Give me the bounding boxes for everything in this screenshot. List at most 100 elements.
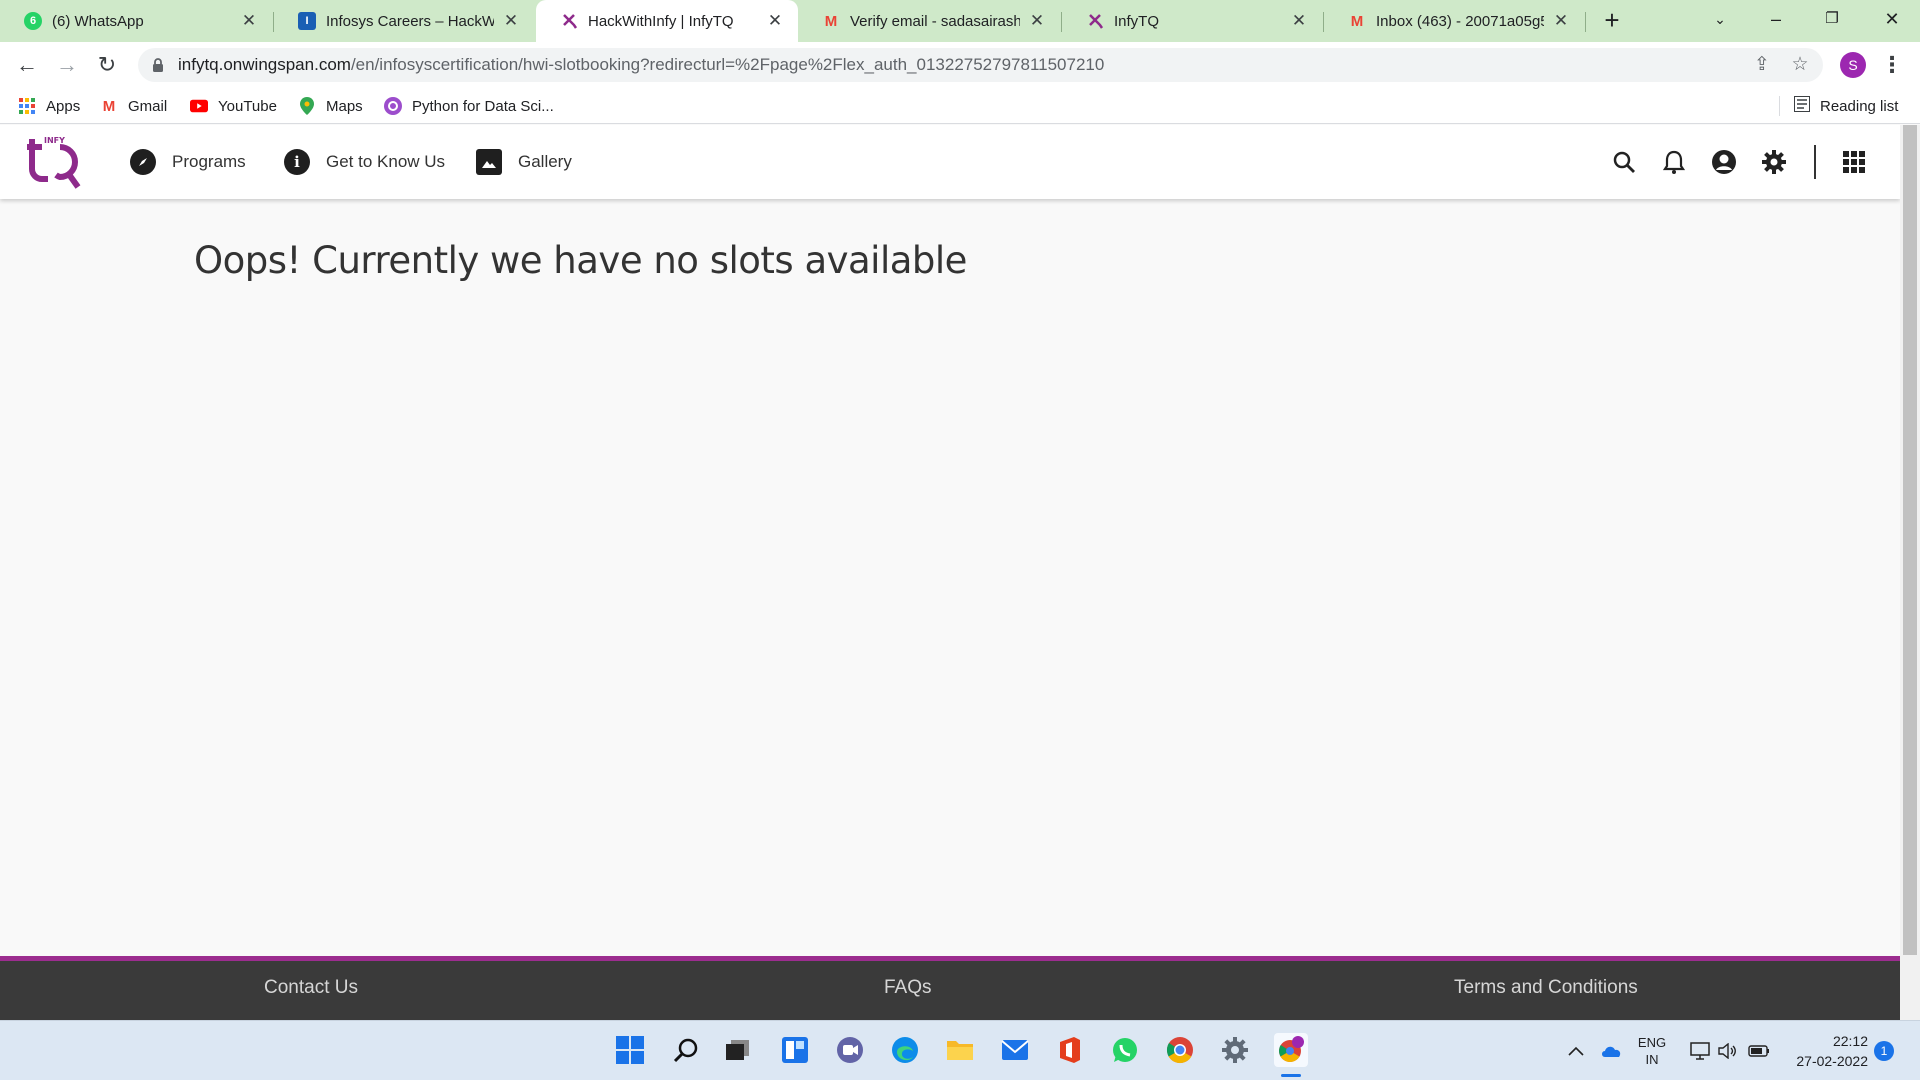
- nav-get-to-know-us[interactable]: i Get to Know Us: [284, 148, 445, 176]
- nav-label: Get to Know Us: [326, 152, 446, 171]
- apps-grid-icon[interactable]: [1840, 148, 1868, 176]
- url-text[interactable]: infytq.onwingspan.com/en/infosyscertific…: [178, 55, 1104, 75]
- bookmark-youtube[interactable]: YouTube: [190, 94, 277, 118]
- gmail-icon: M: [824, 12, 838, 30]
- file-explorer-icon[interactable]: [943, 1033, 977, 1067]
- scrollbar-thumb[interactable]: [1903, 125, 1917, 955]
- tab-infytq[interactable]: InfyTQ ✕: [1062, 0, 1322, 42]
- page-scrollbar[interactable]: [1900, 125, 1920, 1020]
- bookmark-star-icon[interactable]: ☆: [1788, 53, 1812, 77]
- tab-whatsapp[interactable]: 6 (6) WhatsApp ✕: [0, 0, 272, 42]
- windows-taskbar: ENG IN 22:12 27-02-2022 1: [0, 1020, 1920, 1080]
- nav-label: Gallery: [518, 152, 572, 171]
- browser-menu-icon[interactable]: ⋮: [1880, 50, 1904, 80]
- reload-button[interactable]: ↻: [92, 50, 122, 80]
- image-icon: [476, 149, 502, 175]
- close-icon[interactable]: ✕: [240, 11, 258, 31]
- windows-start-icon[interactable]: [613, 1033, 647, 1067]
- search-icon[interactable]: [669, 1033, 703, 1067]
- new-tab-button[interactable]: +: [1597, 6, 1627, 36]
- nav-programs[interactable]: Programs: [130, 148, 246, 176]
- site-footer: Contact Us FAQs Terms and Conditions: [0, 956, 1900, 1020]
- tray-chevron-up-icon[interactable]: [1568, 1021, 1584, 1080]
- bookmark-apps[interactable]: Apps: [18, 94, 80, 118]
- bookmark-gmail[interactable]: M Gmail: [100, 94, 167, 118]
- bookmarks-bar: Apps M Gmail YouTube Maps Python for Dat…: [0, 88, 1920, 124]
- search-icon[interactable]: [1610, 148, 1638, 176]
- tab-title: Inbox (463) - 20071a05g5@: [1376, 12, 1544, 30]
- url-host: infytq.onwingspan.com: [178, 55, 351, 74]
- share-icon[interactable]: ⇪: [1750, 53, 1774, 77]
- info-icon: i: [284, 149, 310, 175]
- tab-verify-email[interactable]: M Verify email - sadasairashm ✕: [798, 0, 1060, 42]
- mail-icon[interactable]: [998, 1033, 1032, 1067]
- address-bar[interactable]: infytq.onwingspan.com/en/infosyscertific…: [138, 48, 1823, 82]
- bell-icon[interactable]: [1660, 148, 1688, 176]
- close-icon[interactable]: ✕: [1290, 11, 1308, 31]
- infytq-icon: [1086, 12, 1104, 30]
- tab-title: HackWithInfy | InfyTQ: [588, 12, 734, 30]
- profile-avatar[interactable]: S: [1840, 52, 1866, 78]
- gmail-icon: M: [1350, 12, 1364, 30]
- nav-gallery[interactable]: Gallery: [476, 148, 572, 176]
- system-clock[interactable]: 22:12 27-02-2022: [1788, 1031, 1868, 1071]
- site-header: INFY Programs i Get to Know Us Gallery: [0, 125, 1900, 199]
- forward-button[interactable]: →: [52, 50, 82, 80]
- close-icon[interactable]: ✕: [1028, 11, 1046, 31]
- chrome-profile-icon[interactable]: [1274, 1033, 1308, 1067]
- bookmark-label: Gmail: [128, 97, 168, 115]
- tab-search-chevron-icon[interactable]: ⌄: [1692, 0, 1748, 42]
- clock-date: 27-02-2022: [1796, 1053, 1868, 1069]
- footer-terms-link[interactable]: Terms and Conditions: [1454, 977, 1638, 999]
- close-icon[interactable]: ✕: [502, 11, 520, 31]
- teams-chat-icon[interactable]: [833, 1033, 867, 1067]
- widgets-icon[interactable]: [778, 1033, 812, 1067]
- close-window-button[interactable]: ✕: [1864, 0, 1920, 42]
- infytq-logo[interactable]: INFY: [26, 133, 84, 191]
- tab-title: Infosys Careers – HackWith: [326, 12, 494, 30]
- back-button[interactable]: ←: [12, 50, 42, 80]
- tab-infosys-careers[interactable]: I Infosys Careers – HackWith ✕: [274, 0, 534, 42]
- tab-hackwithinfy[interactable]: HackWithInfy | InfyTQ ✕: [536, 0, 798, 42]
- volume-icon[interactable]: [1718, 1021, 1738, 1080]
- onedrive-cloud-icon[interactable]: [1600, 1021, 1622, 1080]
- task-view-icon[interactable]: [721, 1033, 755, 1067]
- notification-badge[interactable]: 1: [1874, 1041, 1894, 1061]
- whatsapp-icon[interactable]: [1108, 1033, 1142, 1067]
- account-icon[interactable]: [1710, 148, 1738, 176]
- browser-tab-strip: 6 (6) WhatsApp ✕ I Infosys Careers – Hac…: [0, 0, 1920, 42]
- reading-list-label: Reading list: [1820, 97, 1899, 115]
- footer-contact-link[interactable]: Contact Us: [264, 977, 358, 999]
- youtube-icon: [190, 97, 208, 115]
- language-indicator[interactable]: ENG IN: [1636, 1021, 1668, 1080]
- tab-divider: [1585, 12, 1586, 32]
- battery-icon[interactable]: [1748, 1021, 1770, 1080]
- clock-time: 22:12: [1832, 1033, 1868, 1049]
- chrome-icon[interactable]: [1163, 1033, 1197, 1067]
- bookmark-maps[interactable]: Maps: [298, 94, 363, 118]
- settings-gear-icon[interactable]: [1760, 148, 1788, 176]
- office-icon[interactable]: [1053, 1033, 1087, 1067]
- close-icon[interactable]: ✕: [766, 11, 784, 31]
- lock-icon[interactable]: [152, 57, 164, 73]
- network-icon[interactable]: [1690, 1021, 1710, 1080]
- header-divider: [1814, 145, 1816, 179]
- tab-inbox[interactable]: M Inbox (463) - 20071a05g5@ ✕: [1324, 0, 1584, 42]
- tab-title: (6) WhatsApp: [52, 12, 144, 30]
- region-code: IN: [1645, 1052, 1659, 1067]
- footer-faqs-link[interactable]: FAQs: [884, 977, 932, 999]
- bookmark-python-data-sci[interactable]: Python for Data Sci...: [384, 94, 554, 118]
- bookmark-divider: [1779, 96, 1780, 116]
- bookmark-label: YouTube: [218, 97, 277, 115]
- restore-button[interactable]: ❐: [1804, 0, 1860, 42]
- apps-grid-icon: [18, 97, 36, 115]
- page-content: INFY Programs i Get to Know Us Gallery O…: [0, 125, 1900, 1020]
- close-icon[interactable]: ✕: [1552, 11, 1570, 31]
- reading-list-button[interactable]: Reading list: [1794, 94, 1898, 118]
- edge-icon[interactable]: [888, 1033, 922, 1067]
- infytq-icon: [560, 12, 578, 30]
- minimize-button[interactable]: –: [1748, 0, 1804, 42]
- url-path: /en/infosyscertification/hwi-slotbooking…: [350, 55, 1105, 74]
- settings-icon[interactable]: [1218, 1033, 1252, 1067]
- compass-icon: [130, 149, 156, 175]
